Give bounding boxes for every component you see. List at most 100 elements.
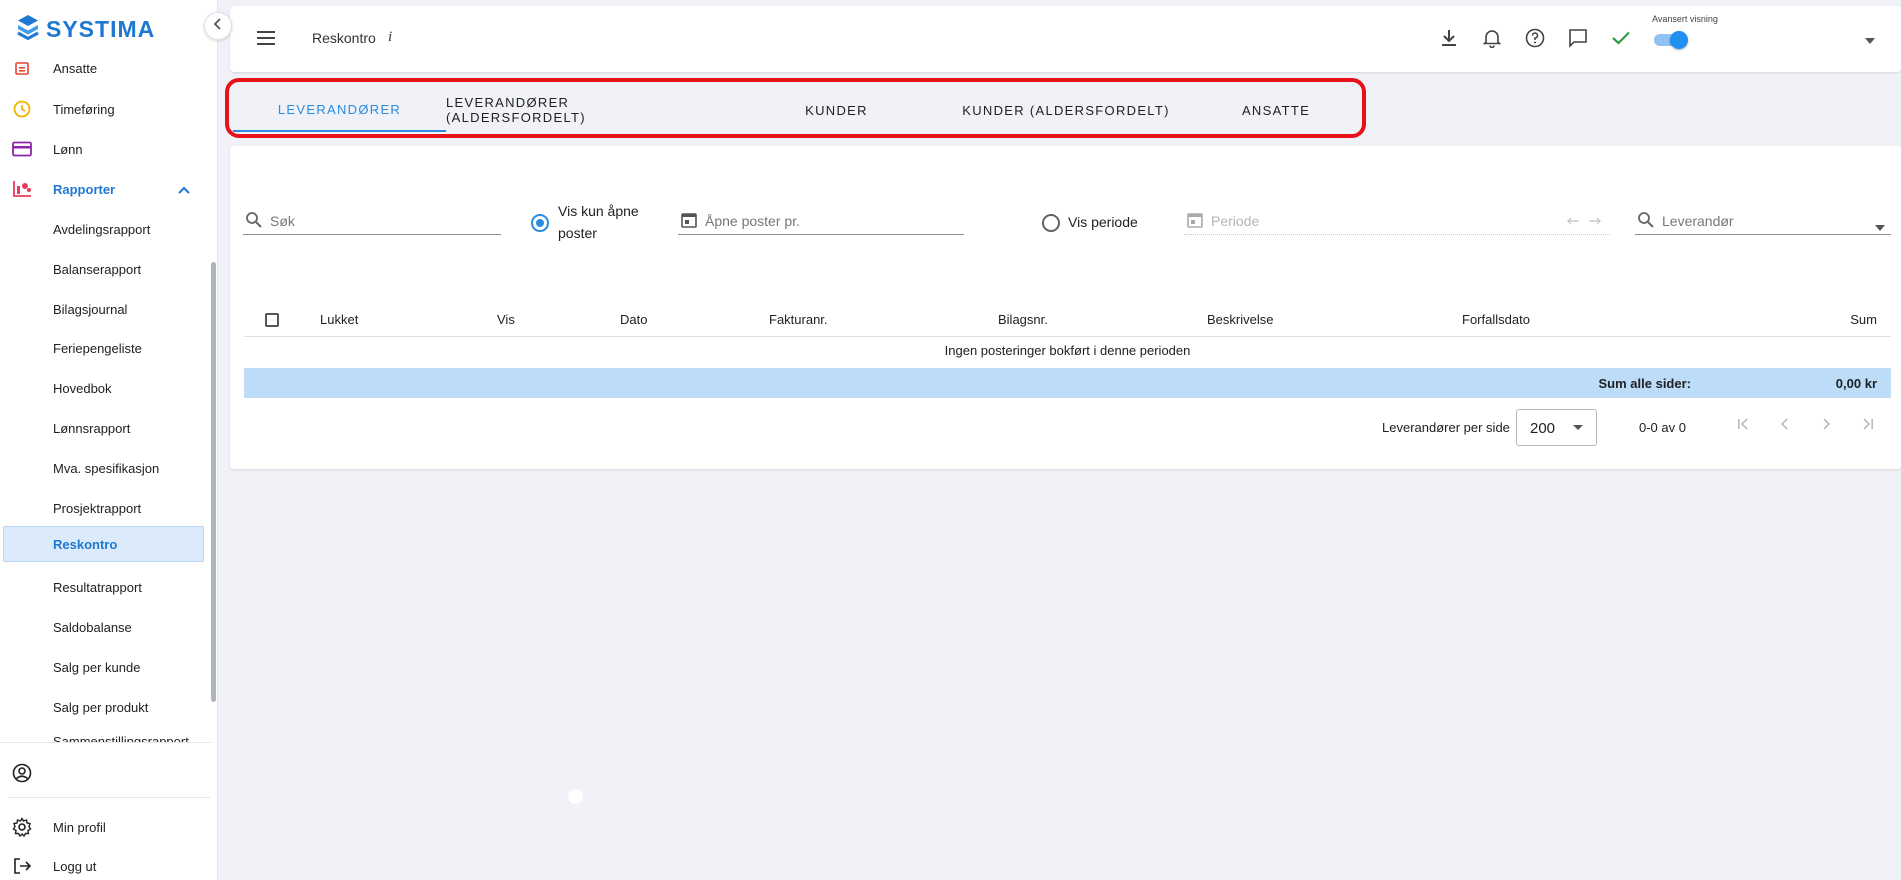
- search-icon: [245, 211, 263, 234]
- account-dropdown-button[interactable]: [1858, 28, 1882, 52]
- sidebar-nav[interactable]: Ansatte Timeføring Lønn Rapporter Avdeli…: [0, 52, 212, 742]
- hamburger-menu-icon: [257, 30, 275, 50]
- sidebar-item-sammenstillingsrapport[interactable]: Sammenstillingsrapport: [0, 723, 212, 743]
- rows-per-page-select[interactable]: 200: [1516, 409, 1597, 446]
- column-header-sum[interactable]: Sum: [1850, 312, 1877, 327]
- sidebar-item-logg-ut[interactable]: Logg ut: [0, 848, 212, 880]
- sidebar-item-label: Saldobalanse: [53, 619, 132, 635]
- sidebar-item-timeforing[interactable]: Timeføring: [0, 91, 212, 127]
- column-header-forfallsdato[interactable]: Forfallsdato: [1462, 312, 1530, 327]
- sidebar-item-label: Min profil: [53, 819, 106, 835]
- first-page-icon: [1737, 417, 1751, 435]
- sidebar-item-lonnsrapport[interactable]: Lønnsrapport: [0, 410, 212, 446]
- open-posts-radio-label[interactable]: Vis kun åpne poster: [558, 200, 658, 244]
- brand-logo[interactable]: SYSTIMA: [16, 14, 155, 45]
- column-header-fakturanr[interactable]: Fakturanr.: [769, 312, 828, 327]
- sidebar-item-feriepengeliste[interactable]: Feriepengeliste: [0, 330, 212, 366]
- column-header-vis[interactable]: Vis: [497, 312, 515, 327]
- sidebar-item-label: Sammenstillingsrapport: [53, 733, 189, 743]
- sidebar-item-lonn[interactable]: Lønn: [0, 131, 212, 167]
- chevron-right-icon: [1821, 417, 1831, 435]
- tab-ansatte[interactable]: ANSATTE: [1172, 88, 1380, 132]
- tab-leverandorer[interactable]: LEVERANDØRER: [233, 88, 446, 132]
- sidebar-item-hovedbok[interactable]: Hovedbok: [0, 370, 212, 406]
- help-button[interactable]: [1523, 28, 1547, 52]
- column-header-bilagsnr[interactable]: Bilagsnr.: [998, 312, 1048, 327]
- arrow-right-icon[interactable]: [1588, 213, 1602, 231]
- sidebar-item-resultatrapport[interactable]: Resultatrapport: [0, 569, 212, 605]
- sidebar-item-min-profil[interactable]: Min profil: [0, 809, 212, 845]
- sidebar-item-label: Salg per produkt: [53, 699, 149, 715]
- column-header-dato[interactable]: Dato: [620, 312, 647, 327]
- logout-icon: [12, 856, 32, 876]
- chevron-up-icon[interactable]: [178, 182, 190, 197]
- calendar-icon: [12, 58, 32, 78]
- select-all-checkbox[interactable]: [265, 313, 279, 327]
- sidebar-item-salg-per-kunde[interactable]: Salg per kunde: [0, 649, 212, 685]
- download-button[interactable]: [1437, 28, 1461, 52]
- calendar-icon: [1186, 211, 1204, 234]
- tab-kunder[interactable]: KUNDER: [713, 88, 960, 132]
- column-header-beskrivelse[interactable]: Beskrivelse: [1207, 312, 1273, 327]
- sidebar-item-ansatte[interactable]: Ansatte: [0, 52, 212, 86]
- sidebar-item-label: Salg per kunde: [53, 659, 141, 675]
- sidebar-item-label: Lønn: [53, 141, 83, 157]
- period-radio[interactable]: [1042, 214, 1060, 232]
- supplier-select[interactable]: Leverandør: [1635, 207, 1891, 235]
- feedback-button[interactable]: [1566, 28, 1590, 52]
- reskontro-card: Søk Vis kun åpne poster Åpne poster pr. …: [230, 146, 1901, 469]
- menu-button[interactable]: [254, 28, 278, 52]
- sidebar-item-saldobalanse[interactable]: Saldobalanse: [0, 609, 212, 645]
- advanced-view-label: Avansert visning: [1652, 14, 1718, 24]
- sidebar-item-label: Prosjektrapport: [53, 500, 142, 516]
- sidebar-item-rapporter[interactable]: Rapporter: [0, 171, 212, 207]
- chevron-left-icon: [213, 17, 223, 35]
- period-input[interactable]: Periode: [1184, 207, 1610, 235]
- sidebar-item-label: Logg ut: [53, 858, 97, 874]
- sidebar-item-balanserapport[interactable]: Balanserapport: [0, 251, 212, 287]
- arrow-left-icon[interactable]: [1566, 213, 1580, 231]
- sidebar-item-label: Bilagsjournal: [53, 301, 128, 317]
- bell-icon: [1482, 28, 1502, 53]
- advanced-view-toggle[interactable]: [1654, 31, 1688, 49]
- sidebar-item-label: Avdelingsrapport: [53, 221, 151, 237]
- table-empty-message: Ingen posteringer bokført i denne period…: [944, 343, 1191, 358]
- sidebar-item-label: Lønnsrapport: [53, 420, 131, 436]
- tab-kunder-aldersfordelt[interactable]: KUNDER (ALDERSFORDELT): [960, 88, 1172, 132]
- last-page-button[interactable]: [1855, 414, 1879, 438]
- previous-page-button[interactable]: [1773, 414, 1797, 438]
- sidebar-item-salg-per-produkt[interactable]: Salg per produkt: [0, 689, 212, 725]
- systima-logo-icon: [16, 14, 40, 45]
- divider: [8, 797, 210, 798]
- tab-leverandorer-aldersfordelt[interactable]: LEVERANDØRER (ALDERSFORDELT): [446, 88, 713, 132]
- period-placeholder: Periode: [1211, 213, 1260, 229]
- sidebar-user-account[interactable]: [0, 755, 212, 791]
- open-posts-date-input[interactable]: Åpne poster pr.: [678, 207, 964, 235]
- caret-down-icon: [1573, 425, 1583, 430]
- chat-icon: [1568, 28, 1588, 53]
- rows-per-page-label: Leverandører per side: [1382, 420, 1510, 435]
- sidebar-bottom: Min profil Logg ut: [0, 742, 212, 880]
- sidebar-item-prosjektrapport[interactable]: Prosjektrapport: [0, 490, 212, 526]
- first-page-button[interactable]: [1732, 414, 1756, 438]
- sidebar-collapse-button[interactable]: [204, 12, 232, 40]
- sidebar-item-label: Mva. spesifikasjon: [53, 460, 160, 476]
- breadcrumb: Reskontro: [312, 30, 376, 46]
- sidebar-item-bilagsjournal[interactable]: Bilagsjournal: [0, 291, 212, 327]
- sidebar-item-reskontro[interactable]: Reskontro: [3, 526, 204, 562]
- sidebar-item-avdelingsrapport[interactable]: Avdelingsrapport: [0, 211, 212, 247]
- search-input[interactable]: Søk: [243, 207, 501, 235]
- credit-card-icon: [12, 139, 32, 159]
- open-posts-radio[interactable]: [531, 214, 549, 232]
- info-icon[interactable]: i: [388, 29, 392, 46]
- help-circle-icon: [1525, 28, 1545, 53]
- sidebar-item-mva-spesifikasjon[interactable]: Mva. spesifikasjon: [0, 450, 212, 486]
- status-button[interactable]: [1609, 28, 1633, 52]
- search-placeholder: Søk: [270, 213, 295, 229]
- sidebar-scrollbar[interactable]: [211, 262, 216, 702]
- period-radio-label[interactable]: Vis periode: [1068, 211, 1138, 233]
- sidebar-item-label: Timeføring: [53, 101, 115, 117]
- column-header-lukket[interactable]: Lukket: [320, 312, 358, 327]
- next-page-button[interactable]: [1814, 414, 1838, 438]
- notifications-button[interactable]: [1480, 28, 1504, 52]
